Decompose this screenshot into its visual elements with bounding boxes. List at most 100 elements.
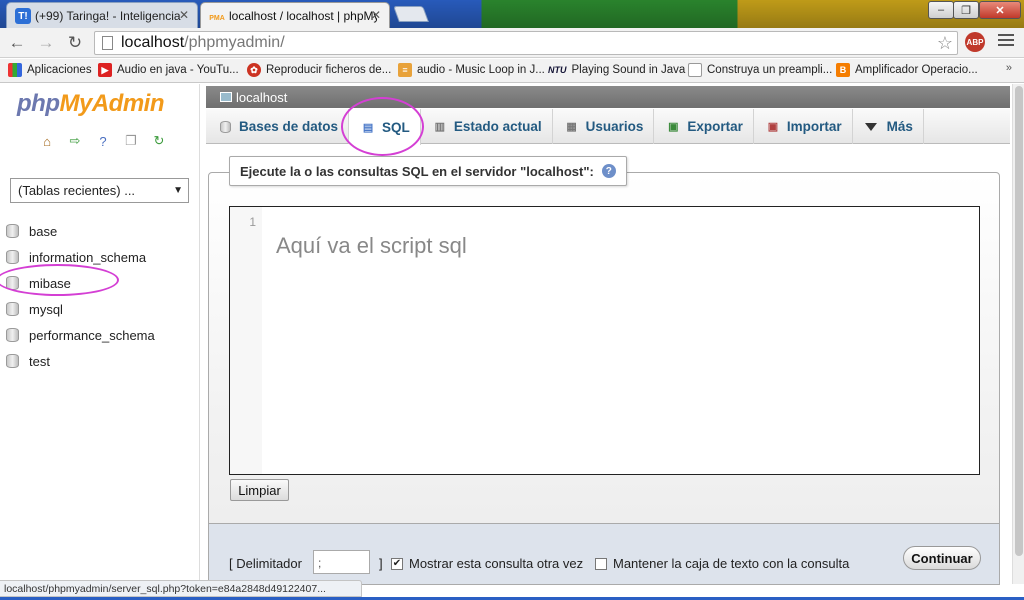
new-tab-button[interactable]: [393, 6, 429, 22]
sql-query-legend: Ejecute la o las consultas SQL en el ser…: [229, 156, 627, 186]
stackoverflow-icon: ≡: [398, 63, 412, 77]
line-number: 1: [230, 207, 262, 474]
recent-tables-value: (Tablas recientes) ...: [18, 183, 136, 198]
bookmark-playing-sound[interactable]: NTU Playing Sound in Java: [548, 63, 685, 77]
dropdown-icon: [864, 122, 877, 131]
delimiter-label: [ Delimitador: [229, 556, 302, 571]
bookmarks-more-icon[interactable]: »: [1006, 62, 1012, 74]
export-icon: ▣: [668, 121, 679, 133]
bookmark-amplificador[interactable]: B Amplificador Operacio...: [836, 63, 978, 77]
address-path: /phpmyadmin/: [184, 34, 285, 51]
server-tabs: Bases de datos ▤ SQL ▥ Estado actual ▦ U…: [206, 109, 1010, 145]
back-icon[interactable]: ←: [6, 32, 28, 54]
database-name: base: [29, 223, 58, 239]
database-item-information-schema[interactable]: information_schema: [0, 244, 200, 270]
sql-editor-text[interactable]: Aquí va el script sql: [276, 233, 467, 259]
keep-box-checkbox[interactable]: [595, 557, 607, 570]
chrome-menu-icon[interactable]: [998, 34, 1014, 49]
close-tab-icon[interactable]: ✕: [371, 8, 381, 22]
help-icon[interactable]: ?: [94, 132, 112, 150]
tab-export[interactable]: ▣ Exportar: [654, 109, 754, 144]
phpmyadmin-logo[interactable]: phpMyAdmin: [17, 90, 165, 118]
tab-status[interactable]: ▥ Estado actual: [421, 109, 553, 144]
tab-label: Estado actual: [453, 119, 542, 134]
apps-grid-icon: [8, 63, 22, 77]
bookmark-reproducir[interactable]: ✿ Reproducir ficheros de...: [247, 63, 391, 77]
show-query-checkbox[interactable]: ✔: [391, 557, 403, 570]
tab-title: (+99) Taringa! - Inteligencia: [35, 8, 181, 23]
database-list: base information_schema mibase mysql per…: [0, 218, 200, 374]
bookmark-label: audio - Music Loop in J...: [417, 64, 545, 76]
maximize-icon[interactable]: ❐: [953, 1, 979, 19]
delimiter-close: ]: [379, 556, 383, 571]
database-item-test[interactable]: test: [0, 348, 200, 374]
youtube-icon: ▶: [98, 63, 112, 77]
navigation-panel: phpMyAdmin ⌂ ⇨ ? ❐ ↻ (Tablas recientes) …: [0, 84, 200, 584]
tab-label: Usuarios: [585, 119, 644, 134]
home-icon[interactable]: ⌂: [38, 132, 56, 150]
scrollbar-thumb[interactable]: [1015, 86, 1023, 556]
logo-admin: Admin: [91, 90, 165, 117]
database-item-mibase[interactable]: mibase: [0, 270, 200, 296]
minimize-icon[interactable]: –: [928, 1, 954, 19]
tab-label: Importar: [786, 119, 842, 134]
bookmark-label: Amplificador Operacio...: [855, 64, 978, 76]
delimiter-input[interactable]: ;: [313, 550, 370, 574]
help-icon[interactable]: ?: [601, 164, 616, 178]
logout-icon[interactable]: ⇨: [66, 132, 84, 150]
tab-sql[interactable]: ▤ SQL: [349, 109, 421, 145]
database-icon: [6, 250, 19, 264]
browser-tab-phpmyadmin[interactable]: PMA localhost / localhost | phpMy ✕: [200, 2, 390, 28]
page-icon: [102, 36, 113, 50]
bookmark-music-loop[interactable]: ≡ audio - Music Loop in J...: [398, 63, 545, 77]
database-icon: [6, 224, 19, 238]
database-item-performance-schema[interactable]: performance_schema: [0, 322, 200, 348]
tab-databases[interactable]: Bases de datos: [206, 109, 350, 144]
server-breadcrumb[interactable]: localhost: [206, 86, 1010, 108]
sql-icon: ▤: [362, 121, 374, 134]
database-item-base[interactable]: base: [0, 218, 200, 244]
window-close-icon[interactable]: ✕: [979, 1, 1021, 19]
address-bar[interactable]: localhost/phpmyadmin/ ☆: [94, 31, 958, 55]
refresh-icon[interactable]: ↻: [150, 132, 168, 150]
tab-label: SQL: [382, 119, 410, 135]
tab-more[interactable]: Más: [853, 109, 924, 144]
browser-tab-taringa[interactable]: T! (+99) Taringa! - Inteligencia ✕: [6, 2, 198, 28]
continue-button[interactable]: Continuar: [903, 546, 981, 570]
bookmark-label: Playing Sound in Java: [571, 64, 686, 76]
page-scrollbar[interactable]: [1012, 84, 1024, 584]
tab-import[interactable]: ▣ Importar: [754, 109, 853, 144]
bookmark-label: Aplicaciones: [27, 64, 92, 76]
database-icon: [6, 302, 19, 316]
show-query-option[interactable]: ✔ Mostrar esta consulta otra vez: [391, 556, 583, 571]
bookmark-star-icon[interactable]: ☆: [937, 33, 953, 54]
bookmark-preamp[interactable]: Construya un preampli...: [688, 63, 832, 77]
recent-tables-select[interactable]: (Tablas recientes) ... ▼: [10, 178, 189, 203]
database-icon: [6, 354, 19, 368]
forward-icon[interactable]: →: [35, 32, 57, 54]
users-icon: ▦: [566, 121, 577, 133]
database-item-mysql[interactable]: mysql: [0, 296, 200, 322]
database-name: information_schema: [29, 249, 147, 265]
docs-icon[interactable]: ❐: [122, 132, 140, 150]
keep-box-option[interactable]: Mantener la caja de texto con la consult…: [595, 556, 849, 571]
tab-label: Más: [886, 119, 913, 134]
bookmark-youtube[interactable]: ▶ Audio en java - YouTu...: [98, 63, 239, 77]
reload-icon[interactable]: ↻: [64, 32, 86, 54]
sql-editor[interactable]: 1 Aquí va el script sql: [229, 206, 980, 475]
dropdown-arrow-icon: ▼: [173, 185, 183, 196]
close-tab-icon[interactable]: ✕: [179, 8, 189, 22]
clear-button[interactable]: Limpiar: [230, 479, 289, 501]
blogger-icon: B: [836, 63, 850, 77]
server-name: localhost: [236, 89, 288, 105]
browser-toolbar: ← → ↻ localhost/phpmyadmin/ ☆: [0, 28, 1024, 58]
tab-users[interactable]: ▦ Usuarios: [553, 109, 655, 144]
status-bar-url: localhost/phpmyadmin/server_sql.php?toke…: [0, 580, 362, 597]
ntu-icon: NTU: [548, 65, 567, 75]
show-query-label: Mostrar esta consulta otra vez: [409, 556, 584, 571]
pma-favicon-icon: PMA: [209, 14, 225, 22]
adblock-icon[interactable]: ABP: [965, 32, 985, 52]
address-host: localhost: [121, 34, 185, 51]
quick-links: ⌂ ⇨ ? ❐ ↻: [38, 132, 168, 150]
bookmark-apps[interactable]: Aplicaciones: [8, 63, 92, 77]
